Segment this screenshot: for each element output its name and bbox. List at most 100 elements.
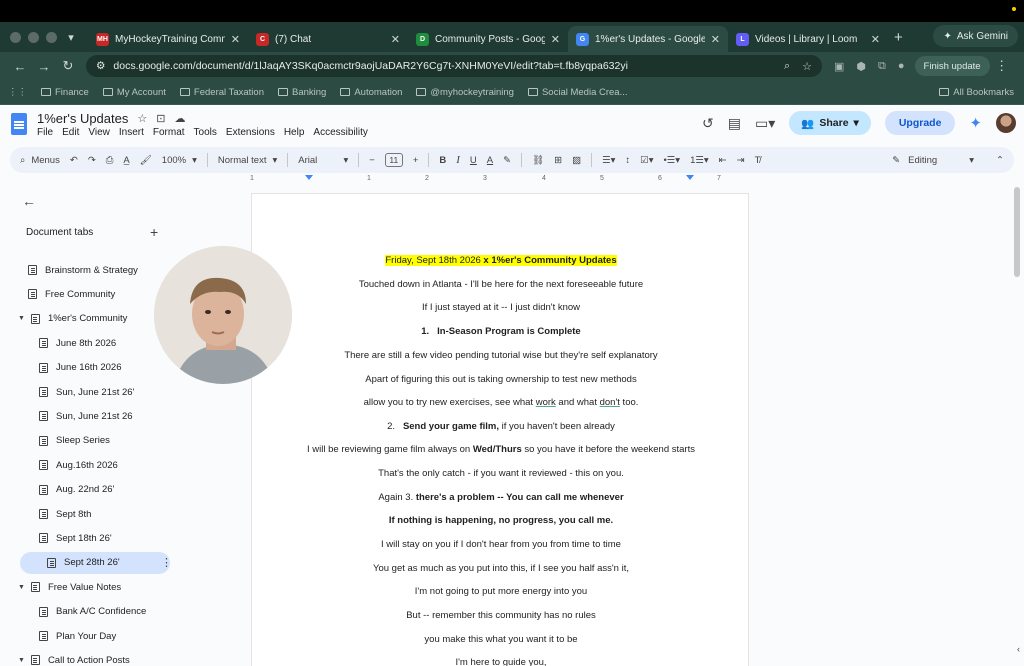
shield-icon[interactable]: ⬢ [856, 60, 866, 73]
close-tab-icon[interactable]: ✕ [551, 33, 560, 46]
paragraph[interactable]: I will be reviewing game film always on … [252, 444, 750, 455]
increase-indent-icon[interactable]: ⇥ [737, 155, 745, 166]
document-tab-item[interactable]: Sun, June 21st 26' [39, 381, 134, 403]
history-icon[interactable]: ↺ [702, 115, 714, 132]
browser-tab[interactable]: G 1%er's Updates - Google Docs ✕ [568, 26, 728, 52]
numbered-heading-2[interactable]: 2. Send your game film, if you haven't b… [252, 421, 750, 432]
browser-tab[interactable]: C (7) Chat ✕ [248, 26, 408, 52]
document-tab-item[interactable]: Sept 18th 26' [39, 527, 112, 549]
apps-grid-icon[interactable]: ⋮⋮ [8, 87, 27, 98]
document-tab-item[interactable]: ▼ Call to Action Posts [18, 649, 130, 666]
caret-down-icon[interactable]: ▼ [18, 657, 25, 664]
document-tab-item[interactable]: ▼ 1%er's Community [18, 308, 127, 330]
style-select[interactable]: Normal text ▾ [218, 155, 277, 166]
forward-arrow-icon[interactable]: → [32, 59, 56, 74]
bookmark-item[interactable]: @myhockeytraining [416, 87, 514, 98]
insert-image-icon[interactable]: ▨ [572, 155, 581, 166]
extensions-puzzle-icon[interactable]: ⧉ [878, 60, 886, 73]
profile-icon[interactable]: ● [898, 60, 905, 73]
paragraph[interactable]: Again 3. there's a problem -- You can ca… [252, 492, 750, 503]
paragraph[interactable]: If I just stayed at it -- I just didn't … [252, 302, 750, 313]
paragraph[interactable]: You get as much as you put into this, if… [252, 563, 750, 574]
new-tab-button[interactable]: + [894, 29, 903, 46]
zoom-icon[interactable]: ⌕ [784, 60, 790, 73]
document-tab-item[interactable]: Free Community [28, 283, 115, 305]
align-icon[interactable]: ☰▾ [602, 155, 615, 166]
checklist-icon[interactable]: ☑▾ [640, 155, 653, 166]
url-text[interactable]: docs.google.com/document/d/1lJaqAY3SKq0a… [113, 60, 776, 72]
gemini-spark-icon[interactable]: ✦ [969, 114, 982, 132]
meet-video-icon[interactable]: ▭▾ [755, 115, 775, 132]
underline-icon[interactable]: U [470, 155, 477, 166]
docs-logo-icon[interactable] [11, 113, 27, 135]
bold-icon[interactable]: B [439, 155, 446, 166]
chevron-up-icon[interactable]: ⌃ [996, 155, 1004, 166]
account-avatar[interactable] [996, 113, 1016, 133]
font-select[interactable]: Arial ▾ [298, 155, 348, 166]
document-tab-item[interactable]: Brainstorm & Strategy [28, 259, 138, 281]
comments-icon[interactable]: ▤ [728, 115, 741, 132]
add-comment-icon[interactable]: ⊞ [554, 155, 562, 166]
paragraph[interactable]: you make this what you want it to be [252, 634, 750, 645]
back-arrow-icon[interactable]: ← [8, 59, 32, 74]
italic-icon[interactable]: I [456, 154, 460, 166]
chevron-left-icon[interactable]: ‹ [1017, 644, 1020, 654]
ask-gemini-button[interactable]: ✦ Ask Gemini [933, 25, 1018, 47]
horizontal-ruler[interactable]: 1 1 2 3 4 5 6 7 [250, 173, 750, 187]
increase-font-size-icon[interactable]: + [413, 155, 419, 166]
menu-item-extensions[interactable]: Extensions [226, 127, 275, 138]
paragraph[interactable]: That's the only catch - if you want it r… [252, 468, 750, 479]
paragraph[interactable]: allow you to try new exercises, see what… [252, 397, 750, 408]
menu-item-format[interactable]: Format [153, 127, 185, 138]
upgrade-button[interactable]: Upgrade [884, 111, 956, 135]
right-indent-marker[interactable] [686, 175, 694, 180]
document-tab-item[interactable]: Plan Your Day [39, 625, 116, 647]
share-button[interactable]: 👥 Share ▾ [789, 111, 871, 135]
bookmark-item[interactable]: Finance [41, 87, 89, 98]
maximize-window-button[interactable] [46, 31, 57, 43]
finish-update-button[interactable]: Finish update [914, 56, 990, 76]
close-tab-icon[interactable]: ✕ [391, 33, 400, 46]
document-tab-item[interactable]: Sun, June 21st 26 [39, 405, 133, 427]
bookmark-item[interactable]: Social Media Crea... [527, 87, 628, 98]
document-tab-item[interactable]: June 8th 2026 [39, 332, 116, 354]
document-tab-item[interactable]: June 16th 2026 [39, 357, 122, 379]
print-icon[interactable]: ⎙ [106, 155, 114, 166]
move-folder-icon[interactable]: ⊡ [156, 112, 165, 125]
browser-tab[interactable]: D Community Posts - Google Drive ✕ [408, 26, 568, 52]
paragraph[interactable]: I'm not going to put more energy into yo… [252, 586, 750, 597]
bookmark-item[interactable]: Federal Taxation [179, 87, 264, 98]
document-page[interactable]: Friday, Sept 18th 2026 x 1%er's Communit… [251, 193, 749, 666]
back-arrow-icon[interactable]: ← [22, 193, 36, 209]
menu-item-edit[interactable]: Edit [62, 127, 79, 138]
menu-item-accessibility[interactable]: Accessibility [313, 127, 367, 138]
decrease-indent-icon[interactable]: ⇤ [719, 155, 727, 166]
document-tab-item[interactable]: Aug. 22nd 26' [39, 479, 114, 501]
bookmark-item[interactable]: My Account [102, 87, 166, 98]
left-indent-marker[interactable] [305, 175, 313, 180]
numbered-list-icon[interactable]: 1☰▾ [690, 155, 709, 166]
document-tab-item[interactable]: ▼ Free Value Notes [18, 576, 121, 598]
paint-format-icon[interactable]: 🖌 [140, 155, 152, 166]
decrease-font-size-icon[interactable]: − [369, 155, 375, 166]
bulleted-list-icon[interactable]: •☰▾ [663, 155, 680, 166]
clear-formatting-icon[interactable]: T̸ [755, 155, 761, 166]
close-window-button[interactable] [10, 31, 21, 43]
document-title[interactable]: 1%er's Updates [37, 111, 128, 126]
menu-item-help[interactable]: Help [284, 127, 305, 138]
caret-down-icon[interactable]: ▼ [18, 315, 25, 322]
cloud-saved-icon[interactable]: ☁ [174, 112, 185, 125]
zoom-select[interactable]: 100% ▾ [162, 155, 197, 166]
bookmark-item[interactable]: Banking [277, 87, 326, 98]
document-tab-item[interactable]: Sept 28th 26' ⋮ [20, 551, 172, 574]
paragraph[interactable]: Touched down in Atlanta - I'll be here f… [252, 279, 750, 290]
vertical-scrollbar[interactable] [1014, 187, 1020, 277]
paragraph[interactable]: There are still a few video pending tuto… [252, 350, 750, 361]
paragraph[interactable]: But -- remember this community has no ru… [252, 610, 750, 621]
redo-icon[interactable]: ↷ [88, 155, 96, 166]
paragraph[interactable]: I'm here to guide you, [252, 657, 750, 666]
all-bookmarks[interactable]: All Bookmarks [939, 87, 1014, 98]
text-color-icon[interactable]: A [487, 155, 493, 166]
menu-item-view[interactable]: View [88, 127, 110, 138]
extension-icon[interactable]: ▣ [834, 60, 844, 73]
